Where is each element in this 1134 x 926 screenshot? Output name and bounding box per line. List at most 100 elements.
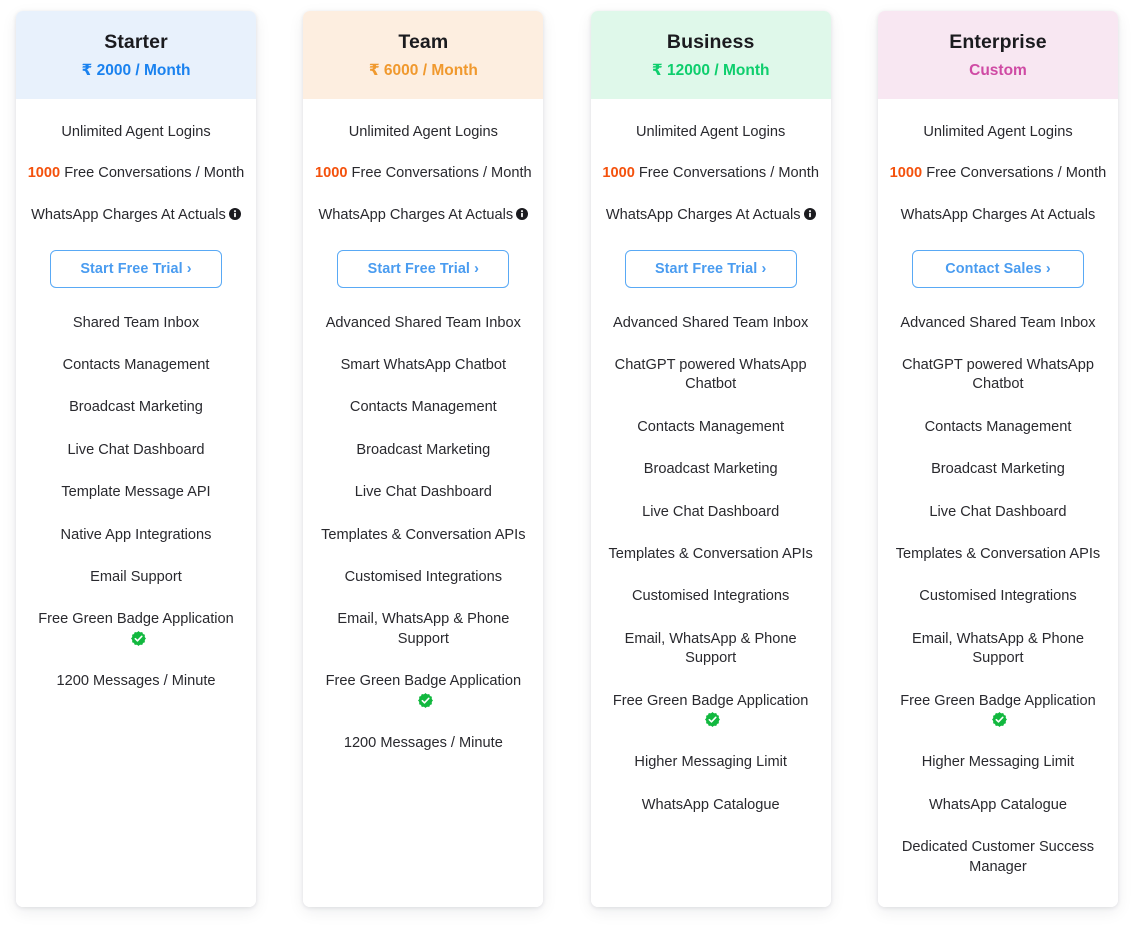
feature-label: Email, WhatsApp & Phone Support [337, 611, 510, 647]
feature-label: Dedicated Customer Success Manager [901, 839, 1095, 875]
verified-badge-icon [417, 692, 433, 708]
highlight-count: 1000 [889, 165, 923, 182]
plan-header: Team ₹ 6000 / Month [303, 11, 544, 99]
plan-cta-container: Start Free Trial › [599, 232, 823, 296]
feature-label: Template Message API [61, 484, 211, 501]
feature-label: Higher Messaging Limit [921, 754, 1075, 771]
info-icon[interactable] [516, 207, 529, 220]
plan-feature-item: Email, WhatsApp & Phone Support [890, 630, 1106, 669]
plan-feature-item: Broadcast Marketing [603, 460, 819, 479]
verified-badge-icon [992, 712, 1008, 728]
plan-feature-item: Live Chat Dashboard [603, 503, 819, 522]
plan-feature-item: Email, WhatsApp & Phone Support [603, 630, 819, 669]
plan-cta-container: Start Free Trial › [311, 232, 535, 296]
plan-name: Business [666, 31, 755, 53]
plan-feature-item: Free Green Badge Application [890, 692, 1106, 731]
plan-name: Team [398, 31, 449, 53]
feature-label: Customised Integrations [919, 588, 1077, 605]
plan-price: Custom [969, 62, 1027, 80]
highlight-label: Free Conversations / Month [351, 165, 532, 182]
plan-cta-button-enterprise[interactable]: Contact Sales › [911, 249, 1084, 288]
plan-features-list: Advanced Shared Team Inbox ChatGPT powere… [886, 314, 1110, 878]
feature-label: WhatsApp Catalogue [929, 796, 1067, 813]
plan-card-team: Team ₹ 6000 / Month Unlimited Agent Logins… [303, 11, 544, 907]
plan-card-business: Business ₹ 12000 / Month Unlimited Agent L… [590, 11, 831, 907]
verified-badge-icon [130, 630, 146, 646]
plan-highlights-list: Unlimited Agent Logins 1000 Free Conversa… [24, 123, 248, 226]
highlight-label: Unlimited Agent Logins [61, 123, 211, 140]
plan-highlight-item: 1000 Free Conversations / Month [311, 164, 535, 184]
feature-label: Advanced Shared Team Inbox [900, 314, 1096, 331]
feature-label: Templates & Conversation APIs [895, 546, 1101, 563]
feature-label: Advanced Shared Team Inbox [325, 314, 521, 331]
plan-feature-item: Live Chat Dashboard [890, 503, 1106, 522]
plan-feature-item: Templates & Conversation APIs [603, 545, 819, 564]
plan-price: ₹ 2000 / Month [81, 62, 191, 80]
plan-feature-item: Dedicated Customer Success Manager [890, 838, 1106, 877]
feature-label: Live Chat Dashboard [67, 441, 205, 458]
plan-feature-item: Advanced Shared Team Inbox [315, 314, 531, 333]
feature-label: Contacts Management [924, 418, 1072, 435]
plan-name: Enterprise [949, 31, 1047, 53]
highlight-count: 1000 [27, 165, 61, 182]
feature-label: Free Green Badge Application [38, 611, 234, 628]
plan-card-starter: Starter ₹ 2000 / Month Unlimited Agent Log… [16, 11, 256, 907]
feature-label: WhatsApp Catalogue [641, 796, 780, 813]
feature-label: Live Chat Dashboard [642, 503, 780, 520]
plan-feature-item: 1200 Messages / Minute [315, 734, 531, 753]
plan-highlight-item: 1000 Free Conversations / Month [599, 164, 823, 184]
plan-feature-item: Live Chat Dashboard [28, 441, 244, 460]
feature-label: Higher Messaging Limit [634, 754, 787, 771]
feature-label: Broadcast Marketing [643, 461, 778, 478]
plan-header: Starter ₹ 2000 / Month [16, 11, 256, 99]
plan-feature-item: Shared Team Inbox [28, 314, 244, 333]
feature-label: Smart WhatsApp Chatbot [340, 356, 507, 373]
plan-highlight-item: Unlimited Agent Logins [24, 123, 248, 143]
plan-name: Starter [104, 31, 168, 53]
highlight-label: WhatsApp Charges At Actuals [318, 206, 514, 223]
plan-feature-item: Higher Messaging Limit [603, 753, 819, 772]
plan-feature-item: Smart WhatsApp Chatbot [315, 356, 531, 375]
plan-body: Unlimited Agent Logins 1000 Free Conversa… [303, 98, 544, 907]
feature-label: ChatGPT powered WhatsApp Chatbot [614, 356, 807, 393]
plan-highlight-item: 1000 Free Conversations / Month [24, 164, 248, 184]
plan-highlight-item: WhatsApp Charges At Actuals [599, 206, 823, 226]
highlight-count: 1000 [602, 165, 635, 182]
feature-label: Contacts Management [637, 418, 785, 435]
plan-highlights-list: Unlimited Agent Logins 1000 Free Conversa… [311, 123, 535, 226]
info-icon[interactable] [228, 207, 241, 220]
feature-label: Live Chat Dashboard [929, 503, 1067, 520]
plan-header: Enterprise Custom [877, 11, 1118, 99]
plan-feature-item: Free Green Badge Application [315, 672, 531, 711]
plan-feature-item: Advanced Shared Team Inbox [890, 314, 1106, 333]
feature-label: Contacts Management [62, 356, 210, 373]
plan-feature-item: Contacts Management [28, 356, 244, 375]
highlight-label: Free Conversations / Month [64, 165, 245, 182]
plan-cta-button-business[interactable]: Start Free Trial › [624, 249, 797, 288]
feature-label: Broadcast Marketing [356, 441, 491, 458]
feature-label: Email, WhatsApp & Phone Support [912, 630, 1084, 667]
plan-highlight-item: WhatsApp Charges At Actuals [311, 206, 535, 226]
plan-feature-item: Native App Integrations [28, 526, 244, 545]
plan-feature-item: Broadcast Marketing [315, 441, 531, 460]
plan-feature-item: WhatsApp Catalogue [890, 796, 1106, 815]
pricing-plans-grid: Starter ₹ 2000 / Month Unlimited Agent Log… [0, 0, 1134, 926]
plan-features-list: Advanced Shared Team Inbox Smart WhatsApp… [311, 314, 535, 754]
plan-features-list: Advanced Shared Team Inbox ChatGPT powere… [599, 314, 823, 816]
feature-label: Native App Integrations [60, 526, 212, 543]
plan-highlights-list: Unlimited Agent Logins 1000 Free Conversa… [599, 123, 823, 226]
plan-cta-button-starter[interactable]: Start Free Trial › [50, 249, 222, 288]
feature-label: Live Chat Dashboard [354, 484, 492, 501]
feature-label: Customised Integrations [631, 588, 790, 605]
plan-price: ₹ 12000 / Month [651, 62, 770, 80]
plan-highlight-item: Unlimited Agent Logins [886, 123, 1110, 143]
plan-cta-button-team[interactable]: Start Free Trial › [337, 249, 510, 288]
plan-highlight-item: WhatsApp Charges At Actuals [886, 206, 1110, 226]
plan-feature-item: Live Chat Dashboard [315, 483, 531, 502]
highlight-label: Unlimited Agent Logins [923, 123, 1073, 140]
plan-feature-item: Customised Integrations [890, 587, 1106, 606]
info-icon[interactable] [803, 207, 816, 220]
plan-highlight-item: Unlimited Agent Logins [599, 123, 823, 143]
feature-label: Free Green Badge Application [900, 692, 1096, 709]
feature-label: Advanced Shared Team Inbox [613, 314, 809, 331]
